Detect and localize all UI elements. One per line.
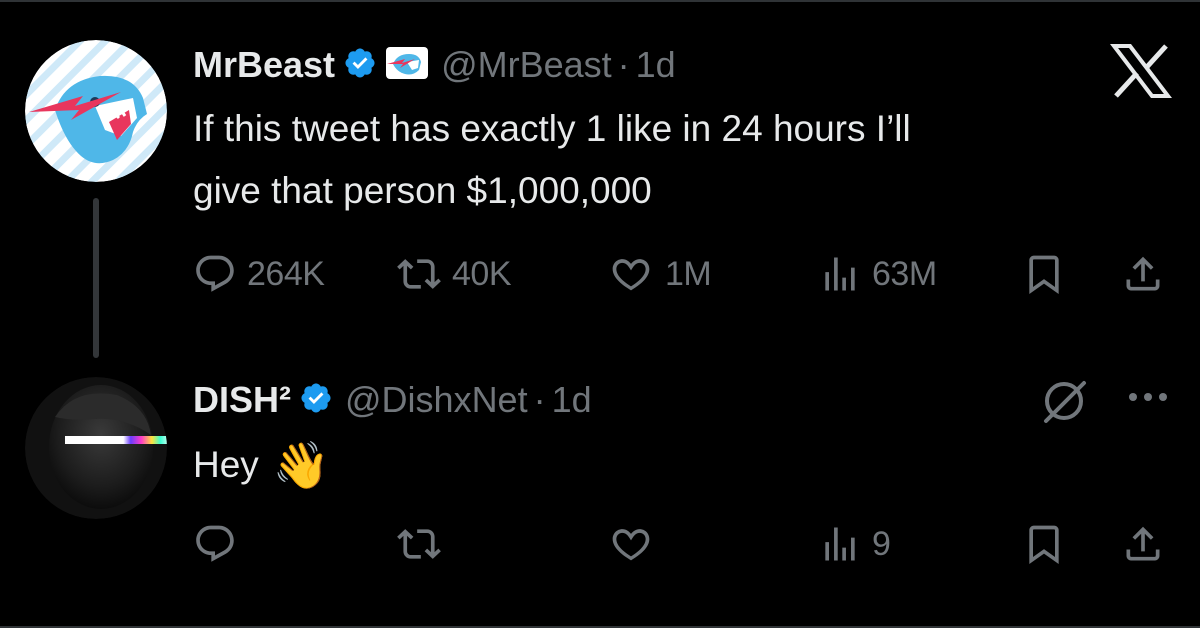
reply-time[interactable]: 1d (552, 379, 592, 421)
heart-icon (612, 259, 650, 291)
author-handle[interactable]: @MrBeast (441, 44, 612, 86)
more-icon[interactable] (1126, 389, 1170, 410)
separator-dot: · (533, 379, 546, 420)
reply-like-button[interactable] (607, 522, 655, 566)
reply-text-content: Hey (193, 443, 259, 485)
repost-icon (397, 259, 441, 289)
reply-count: 264K (247, 254, 325, 293)
verified-badge-icon (343, 46, 377, 85)
x-logo-icon (1109, 42, 1173, 100)
bookmark-button[interactable] (1022, 252, 1066, 296)
tweet-text-line-2: give that person $1,000,000 (193, 170, 652, 211)
reply-views-count: 9 (872, 524, 891, 563)
dish-avatar[interactable] (25, 377, 167, 519)
reply-bookmark-button[interactable] (1022, 522, 1066, 566)
views-icon (825, 527, 855, 561)
bookmark-icon (1029, 525, 1059, 565)
reply-text: Hey 👋 (193, 442, 330, 488)
reply-views-button[interactable]: 9 (818, 522, 891, 566)
share-icon (1126, 256, 1160, 291)
affiliate-logo-icon[interactable] (385, 46, 429, 85)
views-icon (825, 257, 855, 291)
reply-share-button[interactable] (1120, 522, 1166, 566)
share-button[interactable] (1120, 252, 1166, 296)
repost-button[interactable]: 40K (396, 252, 512, 296)
views-count: 63M (872, 254, 937, 293)
reply-author-handle[interactable]: @DishxNet (345, 379, 528, 421)
author-name[interactable]: MrBeast (193, 44, 335, 86)
reply-icon (196, 255, 234, 292)
reply-icon (196, 525, 234, 562)
reply-author-name[interactable]: DISH² (193, 379, 291, 421)
like-count: 1M (665, 254, 712, 293)
repost-count: 40K (452, 254, 512, 293)
verified-badge-icon (299, 381, 333, 420)
repost-icon (397, 529, 441, 559)
reply-button[interactable]: 264K (193, 252, 325, 296)
thread-connector-line (93, 198, 99, 358)
mrbeast-avatar[interactable] (25, 40, 167, 182)
share-icon (1126, 526, 1160, 561)
waving-hand-emoji: 👋 (272, 439, 331, 491)
tweet-thread: MrBeast @MrBeast · 1d If this tweet has … (0, 0, 1200, 628)
like-button[interactable]: 1M (607, 252, 712, 296)
separator-dot: · (617, 44, 630, 85)
tweet-time[interactable]: 1d (636, 44, 676, 86)
reply-reply-button[interactable] (193, 522, 237, 566)
tweet-text-line-1: If this tweet has exactly 1 like in 24 h… (193, 108, 911, 149)
reply-repost-button[interactable] (396, 522, 442, 566)
bookmark-icon (1029, 255, 1059, 295)
tweet-header: MrBeast @MrBeast · 1d (193, 42, 676, 88)
reply-header: DISH² @DishxNet · 1d (193, 377, 592, 423)
views-button[interactable]: 63M (818, 252, 937, 296)
heart-icon (612, 529, 650, 561)
grok-icon[interactable] (1040, 377, 1088, 430)
